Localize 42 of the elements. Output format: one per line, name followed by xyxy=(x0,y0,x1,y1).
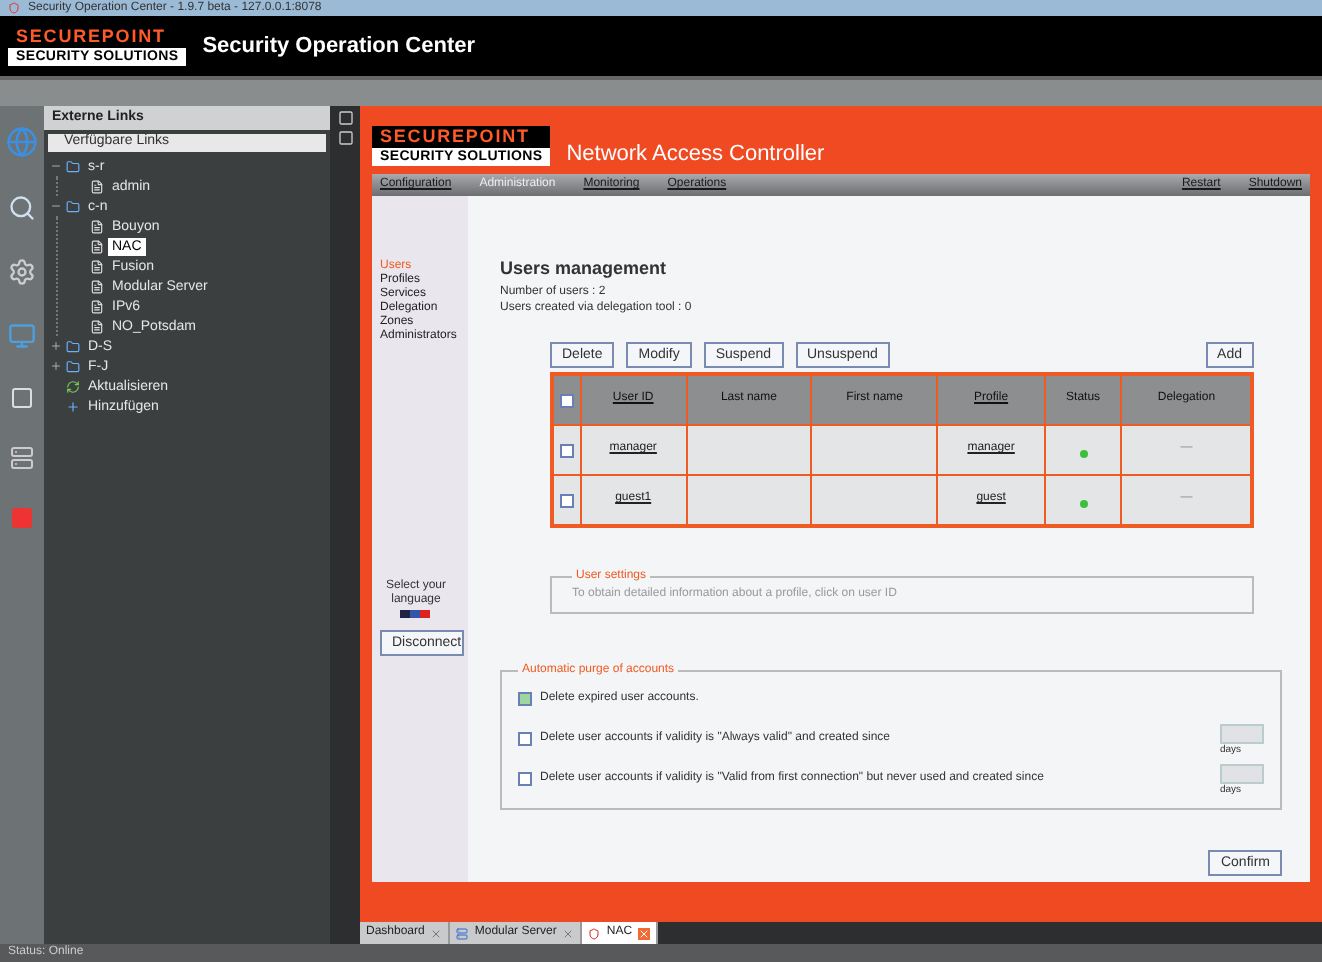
server-icon[interactable] xyxy=(10,446,34,470)
page-icon xyxy=(90,239,104,253)
page-icon xyxy=(90,259,104,273)
refresh-icon xyxy=(66,379,80,393)
checkbox[interactable] xyxy=(518,772,532,786)
folder-icon xyxy=(66,359,80,373)
page-heading: Users management xyxy=(500,256,669,282)
collapse-icon[interactable] xyxy=(50,200,62,212)
collapse-icon[interactable] xyxy=(50,160,62,172)
page-icon xyxy=(90,299,104,313)
expand-icon[interactable] xyxy=(50,340,62,352)
table-cell xyxy=(686,424,812,474)
folder-icon xyxy=(66,159,80,173)
tile-icon[interactable] xyxy=(10,506,34,530)
days-field[interactable] xyxy=(1220,763,1264,783)
table-cell xyxy=(811,424,938,474)
app-title: Security Operation Center xyxy=(202,31,476,62)
app-icon xyxy=(8,2,20,14)
search-icon[interactable] xyxy=(8,194,36,222)
shield-icon xyxy=(588,927,601,939)
server-icon xyxy=(456,927,469,939)
settings-icon[interactable] xyxy=(8,258,36,286)
expand-icon[interactable] xyxy=(50,360,62,372)
checkbox[interactable] xyxy=(559,393,574,407)
page-icon xyxy=(90,219,104,233)
close-icon[interactable] xyxy=(562,927,575,939)
folder-icon xyxy=(66,339,80,353)
page-icon xyxy=(90,179,104,193)
app-title: Network Access Controller xyxy=(566,142,825,166)
checkbox[interactable] xyxy=(559,493,574,507)
days-field[interactable] xyxy=(1220,723,1264,743)
folder-icon xyxy=(66,199,80,213)
page-icon xyxy=(90,279,104,293)
add-icon xyxy=(66,399,80,413)
checkbox[interactable] xyxy=(559,443,574,457)
checkbox[interactable] xyxy=(518,692,532,706)
window-icon[interactable] xyxy=(10,386,34,410)
flags-icon[interactable] xyxy=(400,610,430,618)
monitor-icon[interactable] xyxy=(8,322,36,350)
page-icon xyxy=(90,319,104,333)
checkbox[interactable] xyxy=(518,732,532,746)
close-icon[interactable] xyxy=(430,927,443,939)
